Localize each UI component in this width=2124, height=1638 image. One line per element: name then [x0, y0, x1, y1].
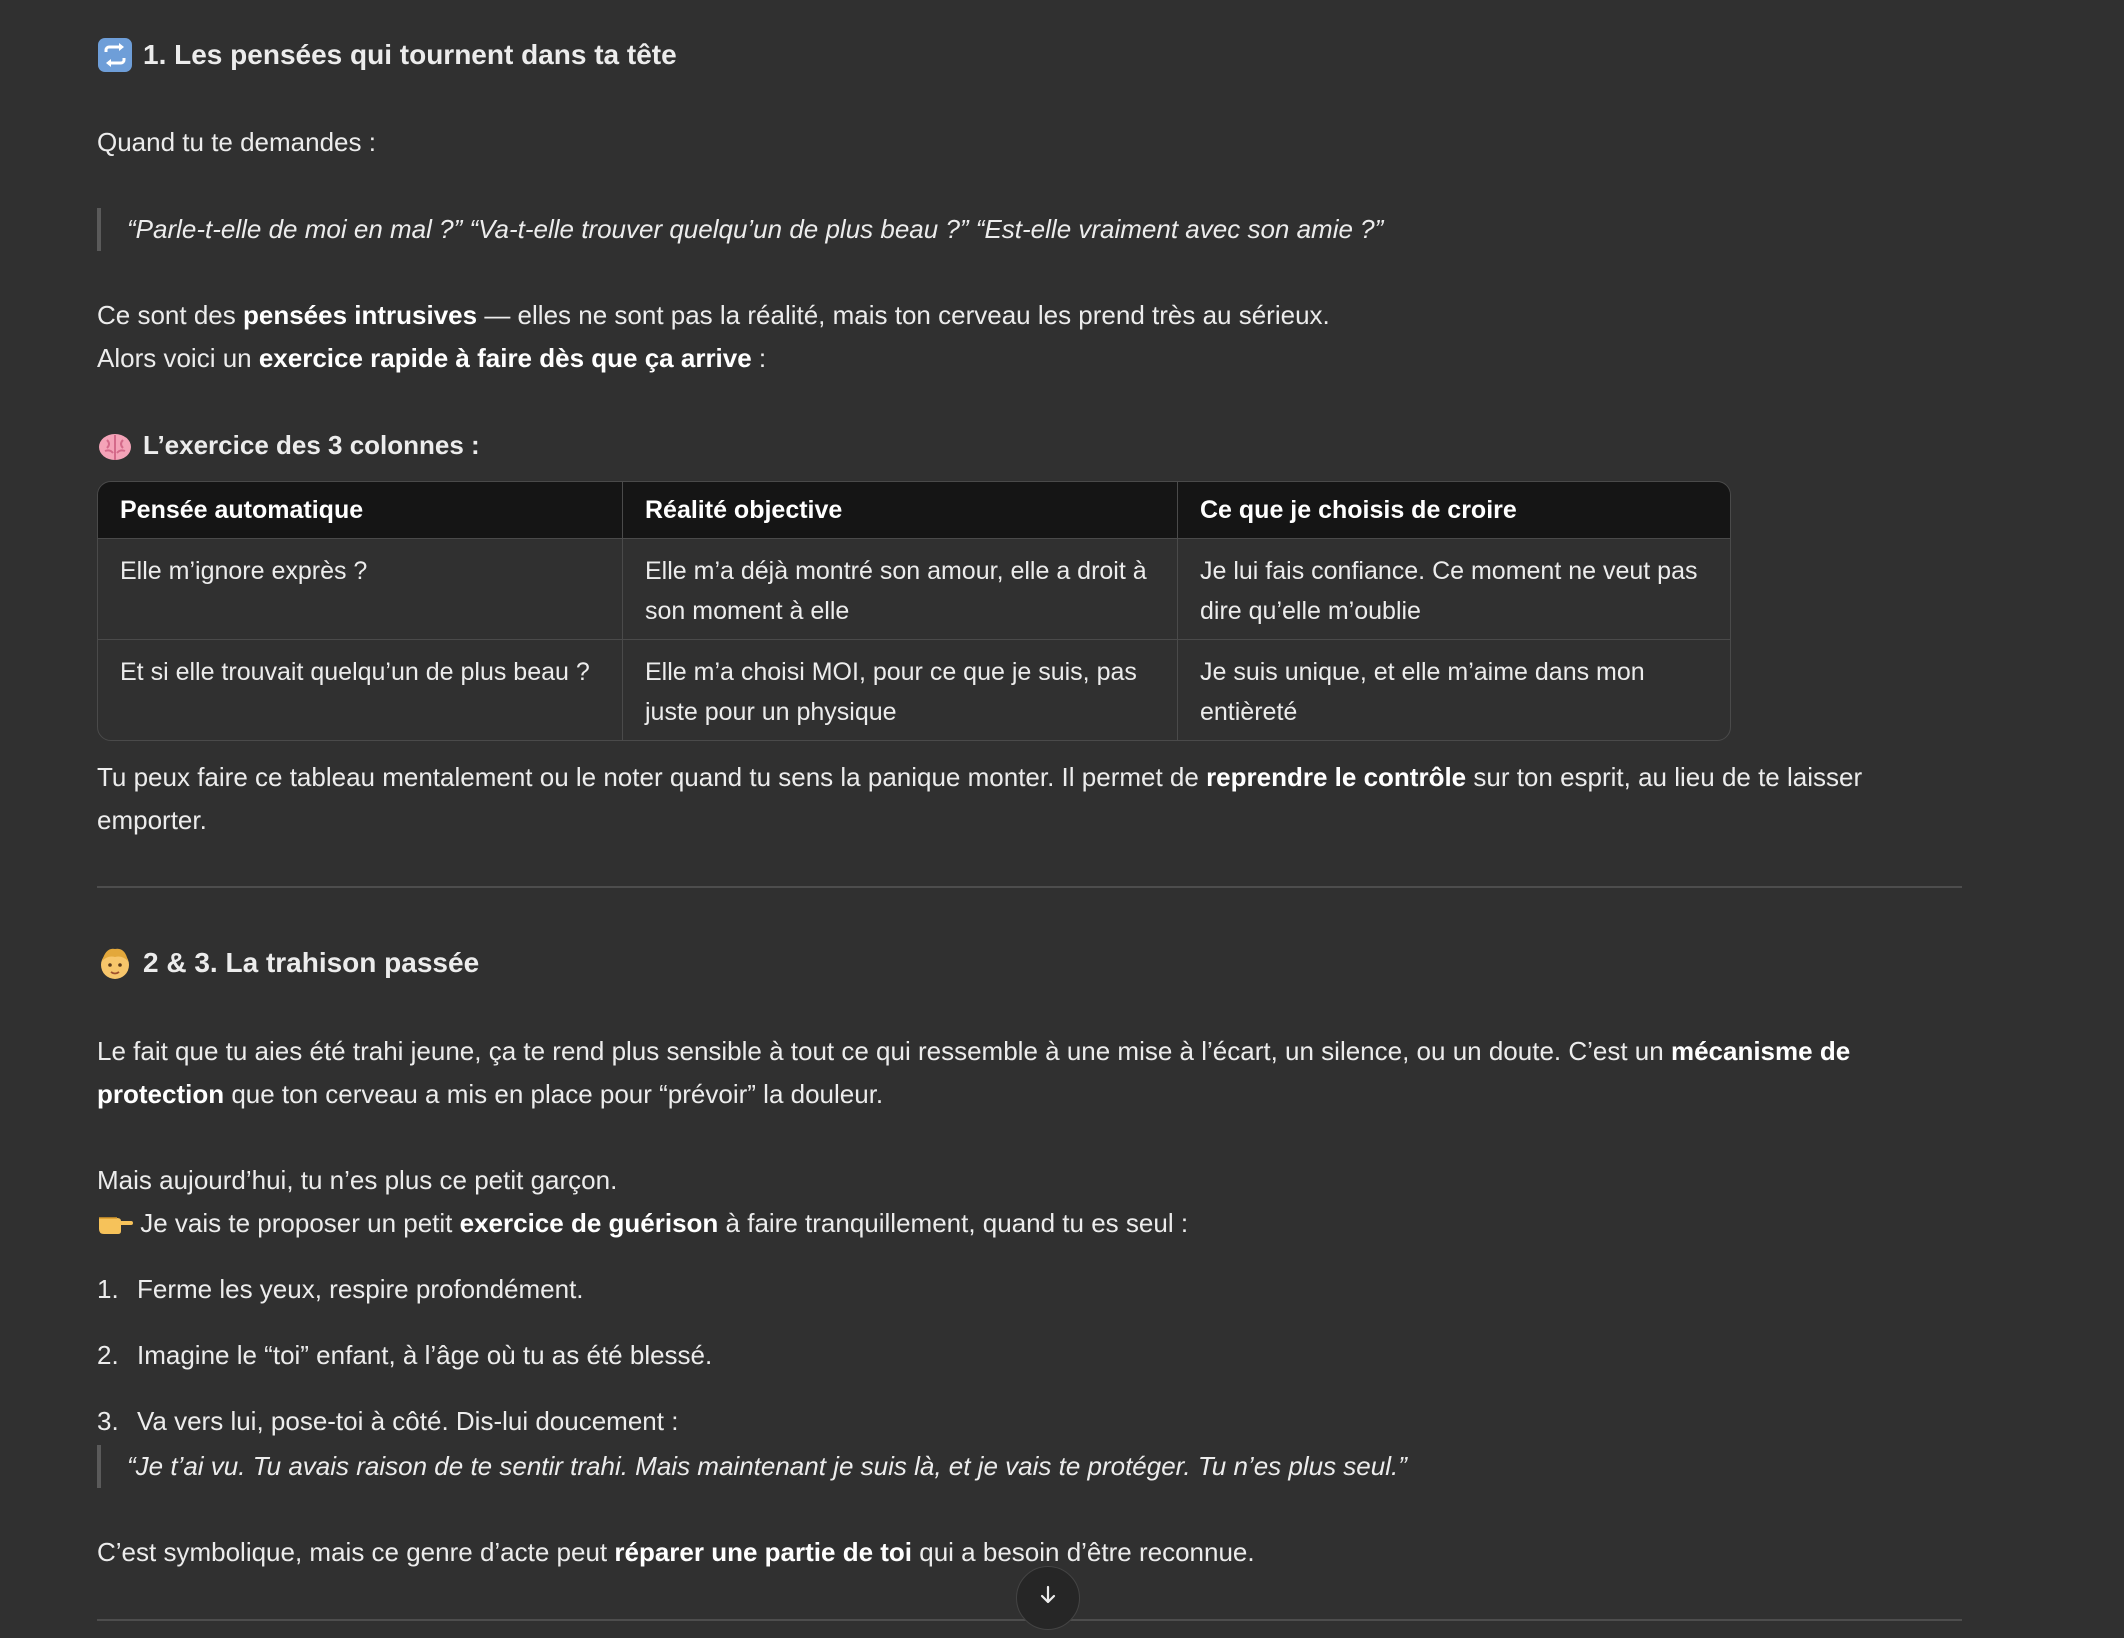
section1-outro: Tu peux faire ce tableau mentalement ou … [97, 762, 1863, 835]
list-item: 3. Va vers lui, pose-toi à côté. Dis-lui… [97, 1406, 679, 1436]
emphasis: exercice rapide à faire dès que ça arriv… [258, 343, 752, 373]
emphasis: exercice de guérison [459, 1208, 719, 1238]
section2-quote: “Je t’ai vu. Tu avais raison de te senti… [97, 1445, 1927, 1488]
section2-paragraph-2: Mais aujourd’hui, tu n’es plus ce petit … [97, 1165, 1189, 1238]
section2-title: 2 & 3. La trahison passée [97, 941, 479, 984]
table-cell: Je suis unique, et elle m’aime dans mon … [1177, 639, 1730, 740]
table-cell: Elle m’ignore exprès ? [98, 538, 623, 640]
table-row: Elle m’ignore exprès ? Elle m’a déjà mon… [98, 538, 1730, 640]
section1-quote: “Parle-t-elle de moi en mal ?” “Va-t-ell… [97, 208, 1927, 251]
brain-icon [97, 428, 133, 464]
repeat-icon [97, 37, 133, 73]
section1-intro: Quand tu te demandes : [97, 127, 376, 157]
section1-title: 1. Les pensées qui tournent dans ta tête [97, 33, 677, 76]
emphasis: reprendre le contrôle [1206, 762, 1467, 792]
table-row: Et si elle trouvait quelqu’un de plus be… [98, 639, 1730, 740]
list-item: 2. Imagine le “toi” enfant, à l’âge où t… [97, 1340, 713, 1370]
table-cell: Et si elle trouvait quelqu’un de plus be… [98, 639, 623, 740]
arrow-down-icon [1036, 1577, 1060, 1620]
section2-paragraph: Le fait que tu aies été trahi jeune, ça … [97, 1036, 1851, 1109]
table-cell: Je lui fais confiance. Ce moment ne veut… [1177, 538, 1730, 640]
section1-paragraph: Ce sont des pensées intrusives — elles n… [97, 300, 1330, 373]
divider [97, 886, 1962, 888]
section2-outro: C’est symbolique, mais ce genre d’acte p… [97, 1537, 1255, 1567]
list-item: 1. Ferme les yeux, respire profondément. [97, 1274, 584, 1304]
table-header-cell: Réalité objective [622, 482, 1178, 539]
table-header-cell: Ce que je choisis de croire [1177, 482, 1730, 539]
table-header-row: Pensée automatique Réalité objective Ce … [98, 482, 1730, 539]
three-columns-table: Pensée automatique Réalité objective Ce … [97, 481, 1731, 741]
table-header-cell: Pensée automatique [98, 482, 623, 539]
scroll-to-bottom-button[interactable] [1016, 1566, 1080, 1630]
exercise-subtitle: L’exercice des 3 colonnes : [97, 424, 480, 467]
table-cell: Elle m’a choisi MOI, pour ce que je suis… [622, 639, 1178, 740]
healing-steps-list: 1. Ferme les yeux, respire profondément.… [97, 1268, 1957, 1443]
emphasis: pensées intrusives [242, 300, 478, 330]
table-cell: Elle m’a déjà montré son amour, elle a d… [622, 538, 1178, 640]
emphasis: réparer une partie de toi [614, 1537, 913, 1567]
child-face-icon [97, 945, 133, 981]
exercise-subtitle-text: L’exercice des 3 colonnes : [143, 430, 480, 460]
section2-title-text: 2 & 3. La trahison passée [143, 947, 480, 978]
pointing-right-icon [97, 1206, 133, 1236]
section1-title-text: 1. Les pensées qui tournent dans ta tête [143, 39, 677, 70]
